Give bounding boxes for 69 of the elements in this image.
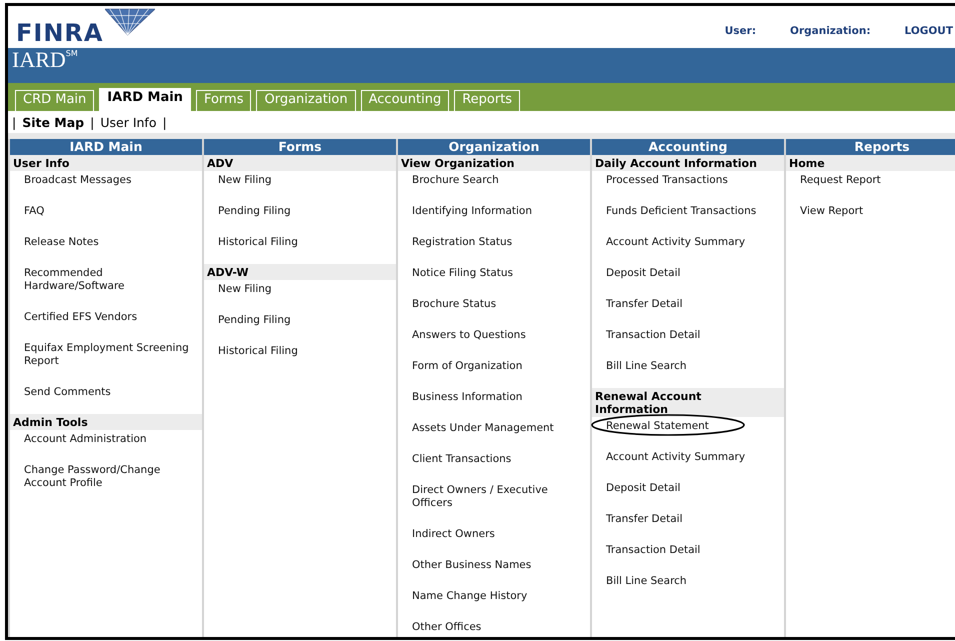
sitemap-link[interactable]: Name Change History (412, 590, 528, 603)
sitemap-link[interactable]: Client Transactions (412, 453, 512, 466)
sitemap-link[interactable]: Brochure Search (412, 174, 499, 187)
separator-text: | (162, 114, 167, 130)
sitemap-link[interactable]: Transfer Detail (606, 513, 682, 526)
subnav-link[interactable]: User Info (100, 114, 156, 130)
sitemap-link[interactable]: Bill Line Search (606, 575, 687, 588)
header-link[interactable]: LOGOUT (904, 25, 953, 37)
column-header: Reports (786, 139, 955, 155)
sitemap-link[interactable]: Equifax Employment Screening Report (24, 342, 190, 368)
section-heading: View Organization (398, 155, 590, 171)
sitemap-link[interactable]: Direct Owners / Executive Officers (412, 484, 578, 510)
sitemap-link[interactable]: New Filing (218, 174, 272, 187)
sitemap-link[interactable]: Pending Filing (218, 314, 291, 327)
sitemap-link[interactable]: Assets Under Management (412, 422, 554, 435)
sitemap-link[interactable]: Transaction Detail (606, 329, 700, 342)
separator-text: | (90, 114, 94, 130)
sitemap-link[interactable]: Funds Deficient Transactions (606, 205, 756, 218)
product-title: IARD$^{SM}$ (11, 48, 78, 72)
section-heading: Renewal Account Information (592, 388, 784, 417)
header-link[interactable]: Organization: (790, 25, 871, 37)
sitemap-link[interactable]: Indirect Owners (412, 528, 495, 541)
sitemap-link[interactable]: FAQ (24, 205, 44, 218)
sitemap-link[interactable]: Business Information (412, 391, 522, 404)
sitemap-link[interactable]: Broadcast Messages (24, 174, 132, 187)
column-header: Accounting (592, 139, 784, 155)
sitemap-link[interactable]: Processed Transactions (606, 174, 728, 187)
sitemap-link[interactable]: Recommended Hardware/Software (24, 267, 190, 293)
sitemap-link[interactable]: Registration Status (412, 236, 512, 249)
column-header: Forms (204, 139, 396, 155)
sitemap-link[interactable]: Other Business Names (412, 559, 532, 572)
section-heading: Home (786, 155, 955, 171)
sitemap-link[interactable]: Historical Filing (218, 345, 298, 358)
section-heading: Admin Tools (10, 414, 202, 430)
column-header: IARD Main (10, 139, 202, 155)
sitemap-link[interactable]: Transfer Detail (606, 298, 682, 311)
sitemap-link[interactable]: Form of Organization (412, 360, 522, 373)
sitemap-link[interactable]: Release Notes (24, 236, 99, 249)
sitemap-link[interactable]: Send Comments (24, 386, 111, 399)
sitemap-link[interactable]: Answers to Questions (412, 329, 526, 342)
sitemap-link[interactable]: Request Report (800, 174, 881, 187)
sitemap-link[interactable]: Transaction Detail (606, 544, 700, 557)
header-link[interactable]: User: (724, 25, 756, 37)
sitemap-link[interactable]: Change Password/Change Account Profile (24, 464, 190, 490)
sitemap-link[interactable]: Deposit Detail (606, 482, 680, 495)
sitemap-link[interactable]: Bill Line Search (606, 360, 687, 373)
sitemap-link[interactable]: Pending Filing (218, 205, 291, 218)
sitemap-link[interactable]: Account Activity Summary (606, 451, 746, 464)
sitemap-link[interactable]: Renewal Statement (606, 420, 709, 433)
sitemap-link[interactable]: Account Administration (24, 433, 147, 446)
separator-text: | (12, 114, 16, 130)
subnav-link[interactable]: Site Map (22, 114, 84, 130)
sitemap-link[interactable]: View Report (800, 205, 864, 218)
sitemap-link[interactable]: Other Offices (412, 621, 482, 634)
column-header: Organization (398, 139, 590, 155)
section-heading: Daily Account Information (592, 155, 784, 171)
nav-tab[interactable]: IARD Main (99, 88, 191, 111)
sitemap-link[interactable]: Historical Filing (218, 236, 298, 249)
sitemap-link[interactable]: Identifying Information (412, 205, 532, 218)
logo-text: FINRA (16, 21, 104, 45)
sitemap-link[interactable]: Deposit Detail (606, 267, 680, 280)
sitemap-link[interactable]: New Filing (218, 283, 272, 296)
section-heading: ADV-W (204, 264, 396, 280)
sitemap-link[interactable]: Notice Filing Status (412, 267, 514, 280)
section-heading: User Info (10, 155, 202, 171)
section-heading: ADV (204, 155, 396, 171)
sitemap-link[interactable]: Brochure Status (412, 298, 496, 311)
sitemap-link[interactable]: Certified EFS Vendors (24, 311, 138, 324)
sitemap-link[interactable]: Account Activity Summary (606, 236, 746, 249)
